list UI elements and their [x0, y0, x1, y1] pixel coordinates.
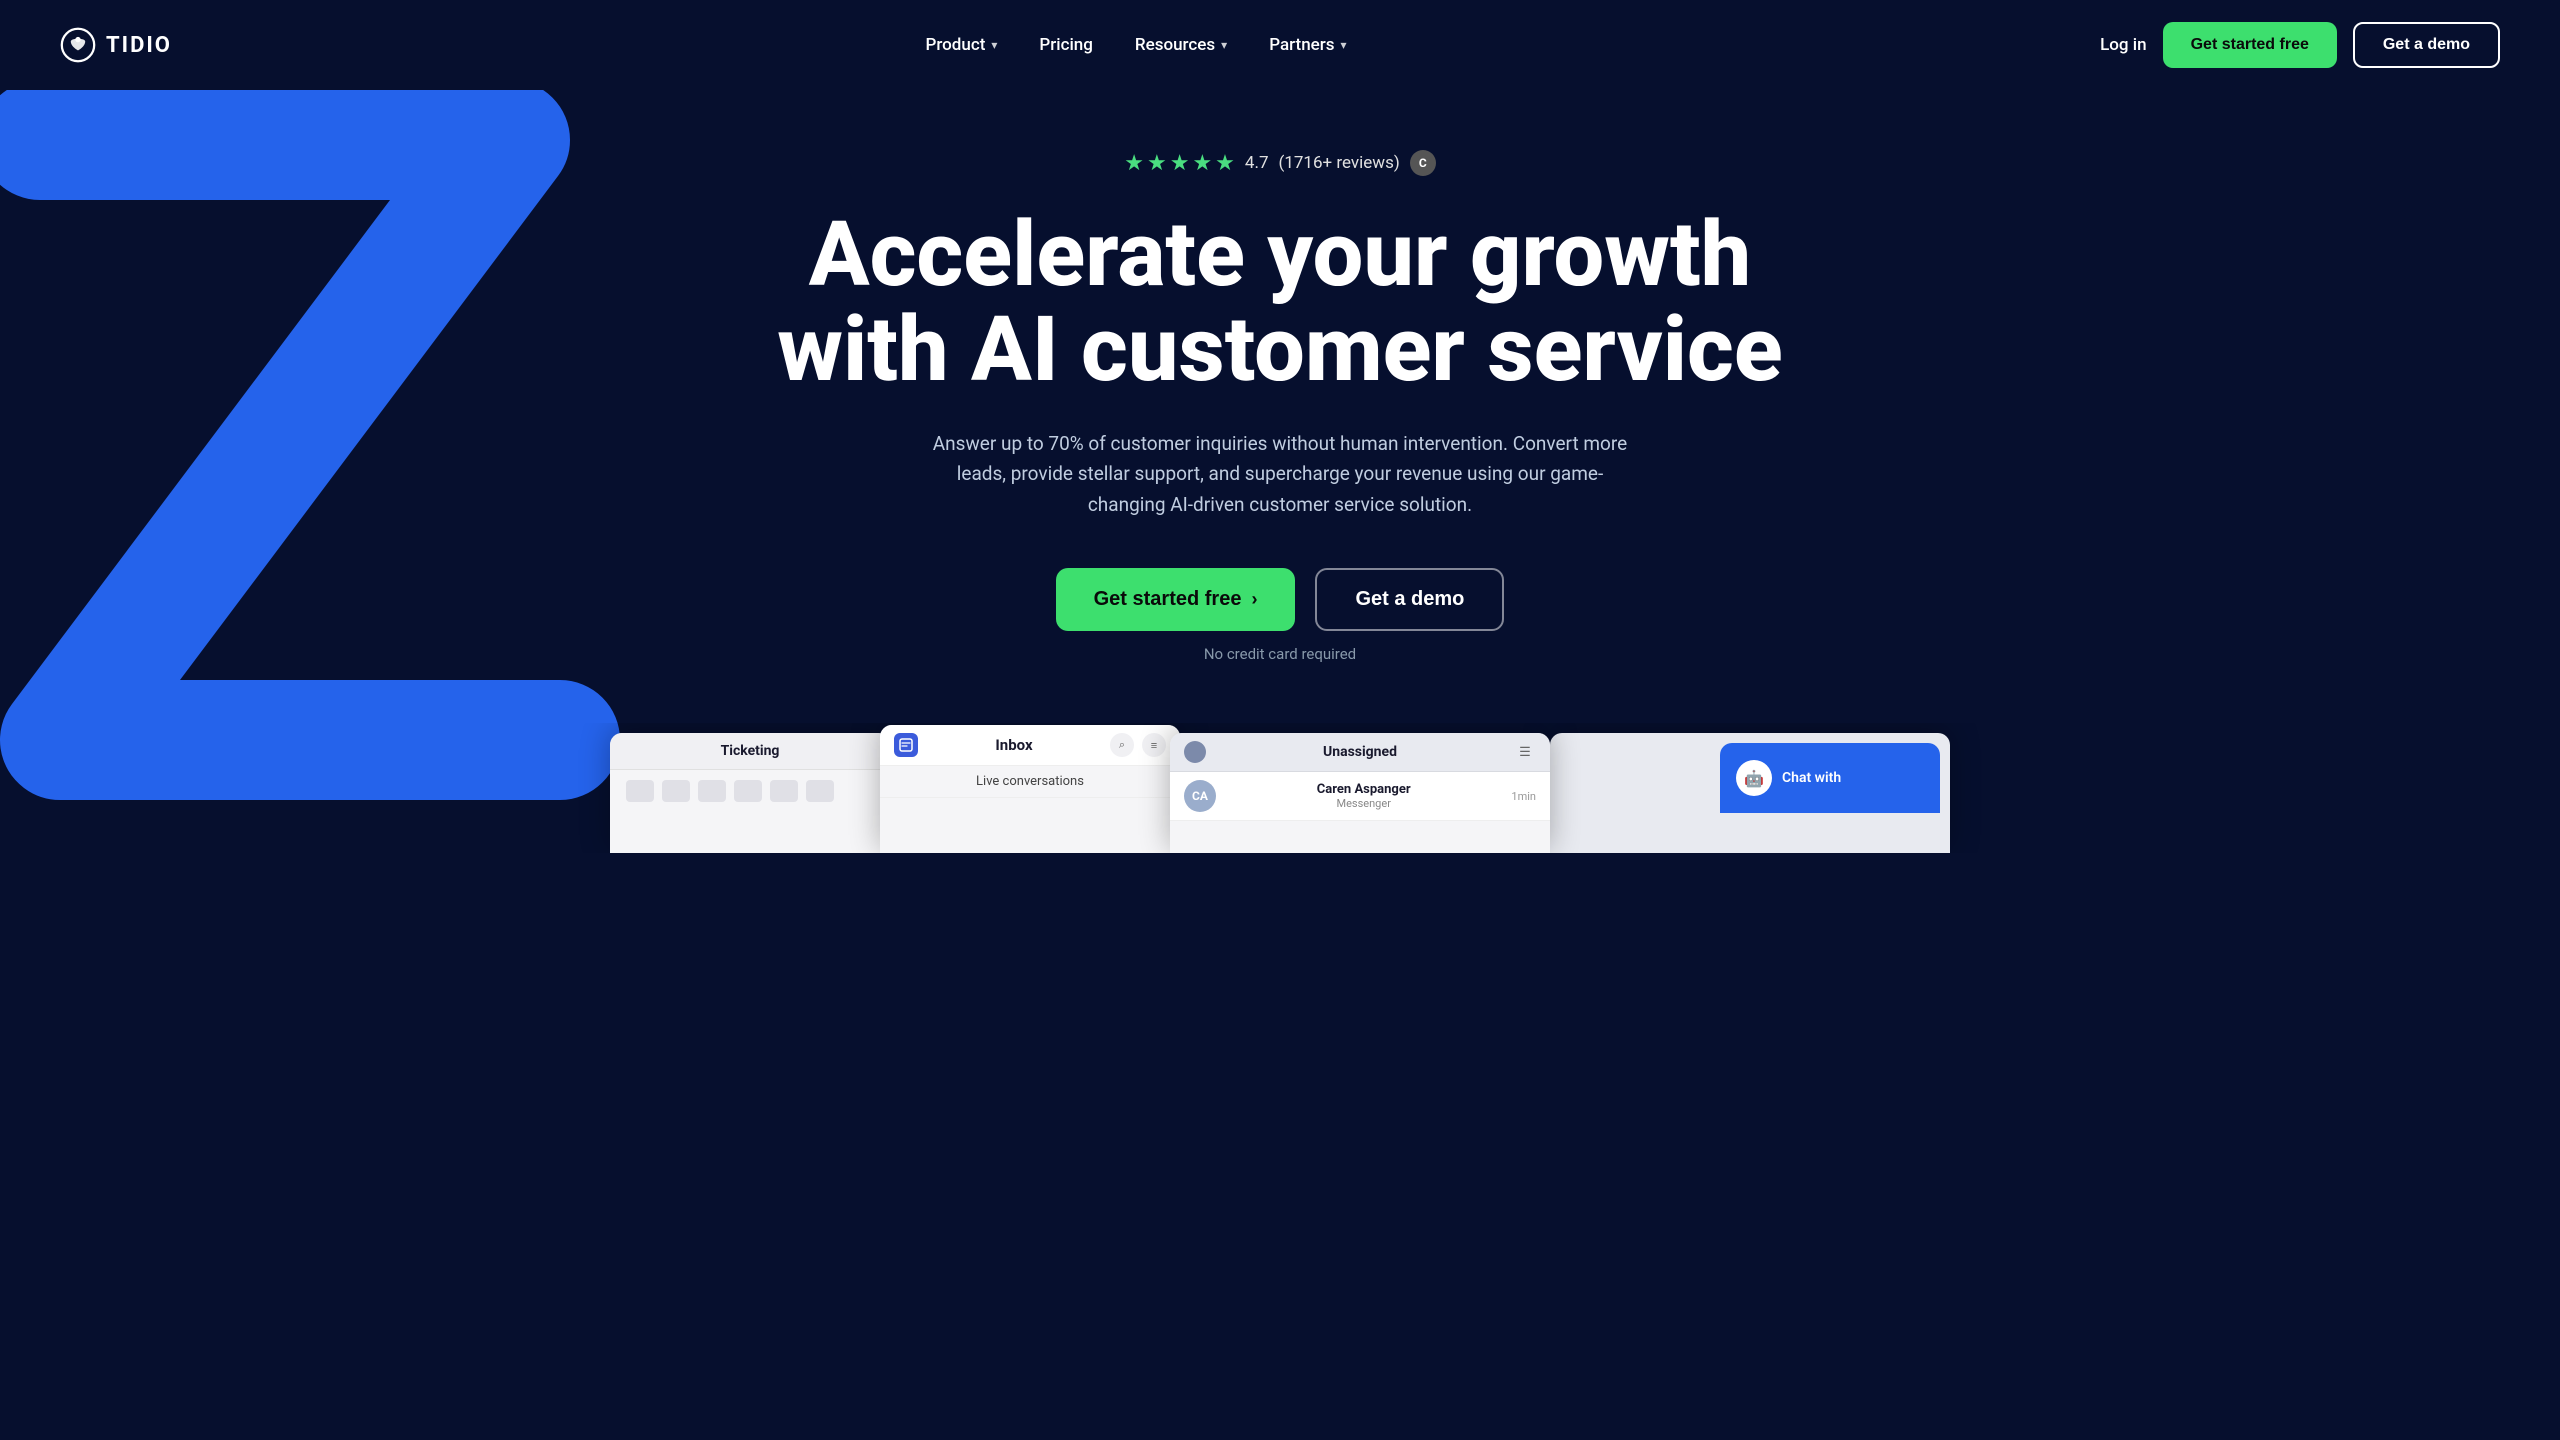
get-started-button[interactable]: Get started free: [2163, 22, 2337, 68]
login-link[interactable]: Log in: [2100, 35, 2146, 55]
nav-right: Log in Get started free Get a demo: [2100, 22, 2500, 68]
nav-link-resources[interactable]: Resources ▾: [1119, 27, 1243, 63]
review-count: (1716+ reviews): [1279, 153, 1400, 173]
review-score: 4.7: [1245, 153, 1269, 173]
hero-ctas: Get started free › Get a demo: [20, 568, 2540, 631]
inbox-header: Inbox ⌕ ≡: [880, 725, 1180, 766]
hero-subtitle: Answer up to 70% of customer inquiries w…: [930, 429, 1630, 520]
chat-time: 1min: [1511, 790, 1536, 803]
hero-get-demo-button[interactable]: Get a demo: [1315, 568, 1504, 631]
arrow-right-icon: ›: [1251, 589, 1257, 610]
search-icon[interactable]: ⌕: [1110, 733, 1134, 757]
nav-links: Product ▾ Pricing Resources ▾ Partners ▾: [910, 27, 1363, 63]
chat-user-avatar: CA: [1184, 780, 1216, 812]
inbox-preview-card: Inbox ⌕ ≡ Live conversations: [880, 725, 1180, 853]
star-5-half: ★: [1215, 151, 1235, 176]
nav-item-resources[interactable]: Resources ▾: [1119, 27, 1243, 63]
inbox-app-icon: [894, 733, 918, 757]
inbox-actions: ⌕ ≡: [1110, 733, 1166, 757]
star-2: ★: [1147, 151, 1167, 176]
hero-get-started-button[interactable]: Get started free ›: [1056, 568, 1296, 631]
ticketing-icon-2: [662, 780, 690, 802]
chat-widget-avatar: 🤖: [1736, 760, 1772, 796]
hero-content: ★ ★ ★ ★ ★ 4.7 (1716+ reviews) C Accelera…: [20, 150, 2540, 663]
capterra-icon: C: [1410, 150, 1436, 176]
hero-section: ★ ★ ★ ★ ★ 4.7 (1716+ reviews) C Accelera…: [0, 90, 2560, 853]
logo-text: TIDIO: [106, 33, 172, 58]
unassigned-title: Unassigned: [1216, 744, 1504, 760]
ticketing-icon-1: [626, 780, 654, 802]
right-panel-card: 🤖 Chat with: [1550, 733, 1950, 853]
chevron-down-icon: ▾: [1341, 38, 1347, 52]
no-credit-note: No credit card required: [20, 645, 2540, 663]
chat-user-name: Caren Aspanger: [1226, 782, 1501, 797]
ticketing-preview-card: Ticketing: [610, 733, 890, 853]
chat-user-channel: Messenger: [1226, 797, 1501, 810]
nav-item-partners[interactable]: Partners ▾: [1253, 27, 1362, 63]
navbar: TIDIO Product ▾ Pricing Resources ▾ Part…: [0, 0, 2560, 90]
ticketing-icon-6: [806, 780, 834, 802]
nav-item-product[interactable]: Product ▾: [910, 27, 1014, 63]
ticketing-icon-3: [698, 780, 726, 802]
star-3: ★: [1170, 151, 1190, 176]
nav-link-partners[interactable]: Partners ▾: [1253, 27, 1362, 63]
logo-link[interactable]: TIDIO: [60, 27, 172, 63]
filter-icon[interactable]: ≡: [1142, 733, 1166, 757]
inbox-title: Inbox: [928, 736, 1100, 754]
unassigned-filter-button[interactable]: ☰: [1514, 741, 1536, 763]
ticketing-icons: [610, 770, 890, 812]
chat-unassigned-header: Unassigned ☰: [1170, 733, 1550, 772]
chat-widget-label: Chat with: [1782, 770, 1841, 786]
live-conversations-label: Live conversations: [880, 766, 1180, 798]
star-4: ★: [1192, 151, 1212, 176]
nav-link-product[interactable]: Product ▾: [910, 27, 1014, 63]
ui-preview: Ticketing Inbox ⌕ ≡ L: [20, 723, 2540, 853]
chevron-down-icon: ▾: [1221, 38, 1227, 52]
unassigned-avatar: [1184, 741, 1206, 763]
chat-user-info: Caren Aspanger Messenger: [1226, 782, 1501, 810]
hero-title: Accelerate your growth with AI customer …: [730, 208, 1830, 397]
ticketing-header: Ticketing: [610, 733, 890, 770]
chat-user-item[interactable]: CA Caren Aspanger Messenger 1min: [1170, 772, 1550, 821]
review-badge: ★ ★ ★ ★ ★ 4.7 (1716+ reviews) C: [1124, 150, 1436, 176]
star-1: ★: [1124, 151, 1144, 176]
ticketing-icon-4: [734, 780, 762, 802]
nav-link-pricing[interactable]: Pricing: [1023, 27, 1109, 63]
get-demo-button[interactable]: Get a demo: [2353, 22, 2500, 68]
star-rating: ★ ★ ★ ★ ★: [1124, 151, 1235, 176]
tidio-logo-icon: [60, 27, 96, 63]
chat-widget[interactable]: 🤖 Chat with: [1720, 743, 1940, 813]
chat-preview-card: Unassigned ☰ CA Caren Aspanger Messenger…: [1170, 733, 1550, 853]
ticketing-icon-5: [770, 780, 798, 802]
nav-item-pricing[interactable]: Pricing: [1023, 27, 1109, 63]
chevron-down-icon: ▾: [991, 38, 997, 52]
